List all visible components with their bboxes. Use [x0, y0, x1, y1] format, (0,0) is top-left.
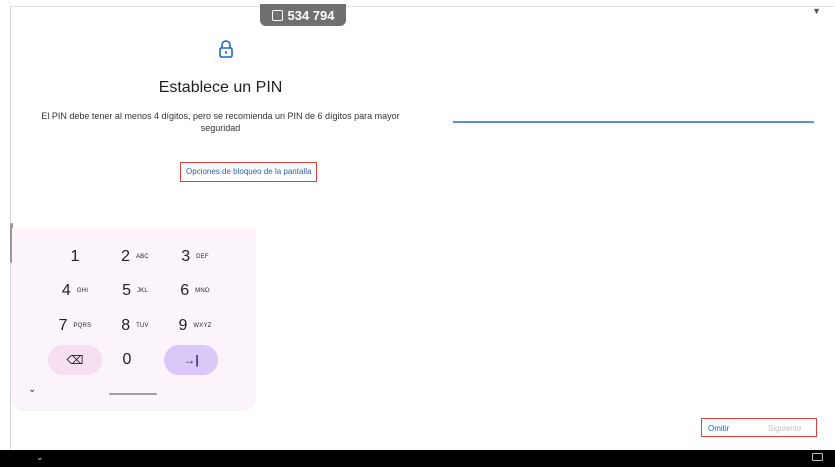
key-letters: WXYZ — [193, 323, 212, 329]
chevron-down-icon[interactable]: ⌄ — [36, 452, 44, 463]
key-digit: 3 — [181, 248, 191, 265]
tab-next-icon: →| — [183, 353, 199, 367]
key-8[interactable]: 8 TUV — [108, 311, 162, 341]
wifi-icon: ▼ — [812, 6, 821, 16]
key-letters: PQRS — [73, 323, 92, 329]
key-digit: 1 — [70, 248, 80, 265]
key-digit: 4 — [61, 282, 71, 299]
next-button[interactable]: Siguiente — [768, 424, 801, 433]
key-letters: DEF — [196, 254, 209, 260]
page-title: Establece un PIN — [158, 79, 283, 96]
key-0[interactable]: 0 — [100, 345, 154, 375]
backspace-key[interactable]: ⌫ — [48, 345, 102, 375]
key-digit: 0 — [122, 351, 132, 368]
key-digit: 7 — [58, 317, 68, 334]
key-1[interactable]: 1 — [48, 242, 102, 272]
status-pill-text: 534 794 — [287, 7, 335, 23]
key-letters: TUV — [136, 323, 149, 329]
key-digit: 6 — [180, 282, 190, 299]
keyboard-icon[interactable] — [812, 453, 823, 461]
phone-icon — [271, 9, 283, 21]
key-5[interactable]: 5 JKL — [108, 276, 162, 306]
next-field-key[interactable]: →| — [164, 345, 218, 375]
key-digit: 8 — [121, 317, 131, 334]
key-letters: JKL — [136, 288, 148, 294]
key-digit: 2 — [121, 248, 130, 265]
key-letters: GHI — [76, 288, 89, 294]
key-7[interactable]: 7 PQRS — [48, 311, 102, 341]
pin-input-field[interactable] — [453, 121, 814, 123]
keyboard-handle-bar — [109, 393, 157, 395]
skip-button[interactable]: Omitir — [708, 424, 729, 433]
system-nav-bar: ⌄ — [0, 450, 835, 467]
key-digit: 9 — [178, 317, 188, 334]
chevron-down-icon[interactable]: ⌄ — [28, 384, 36, 395]
screen-lock-options-link[interactable]: Opciones de bloqueo de la pantalla — [180, 162, 318, 182]
key-6[interactable]: 6 MNO — [168, 276, 222, 306]
status-pill: 534 794 — [260, 4, 346, 26]
key-4[interactable]: 4 GHI — [48, 276, 102, 306]
numeric-keypad: ⌄ 1 2 ABC 3 DEF 4 GHI 5 JKL 6 MNO 7 PQRS 8 TUV 9 WXYZ ⌫ 0 →… — [12, 228, 255, 409]
key-digit: 5 — [122, 282, 131, 299]
key-letters: ABC — [135, 254, 149, 260]
key-3[interactable]: 3 DEF — [168, 242, 222, 272]
key-2[interactable]: 2 ABC — [108, 242, 162, 272]
backspace-icon: ⌫ — [66, 353, 84, 367]
key-9[interactable]: 9 WXYZ — [168, 311, 222, 341]
key-letters: MNO — [195, 288, 210, 294]
page-description: El PIN debe tener al menos 4 dígitos, pe… — [41, 111, 400, 133]
lock-icon — [219, 40, 233, 58]
